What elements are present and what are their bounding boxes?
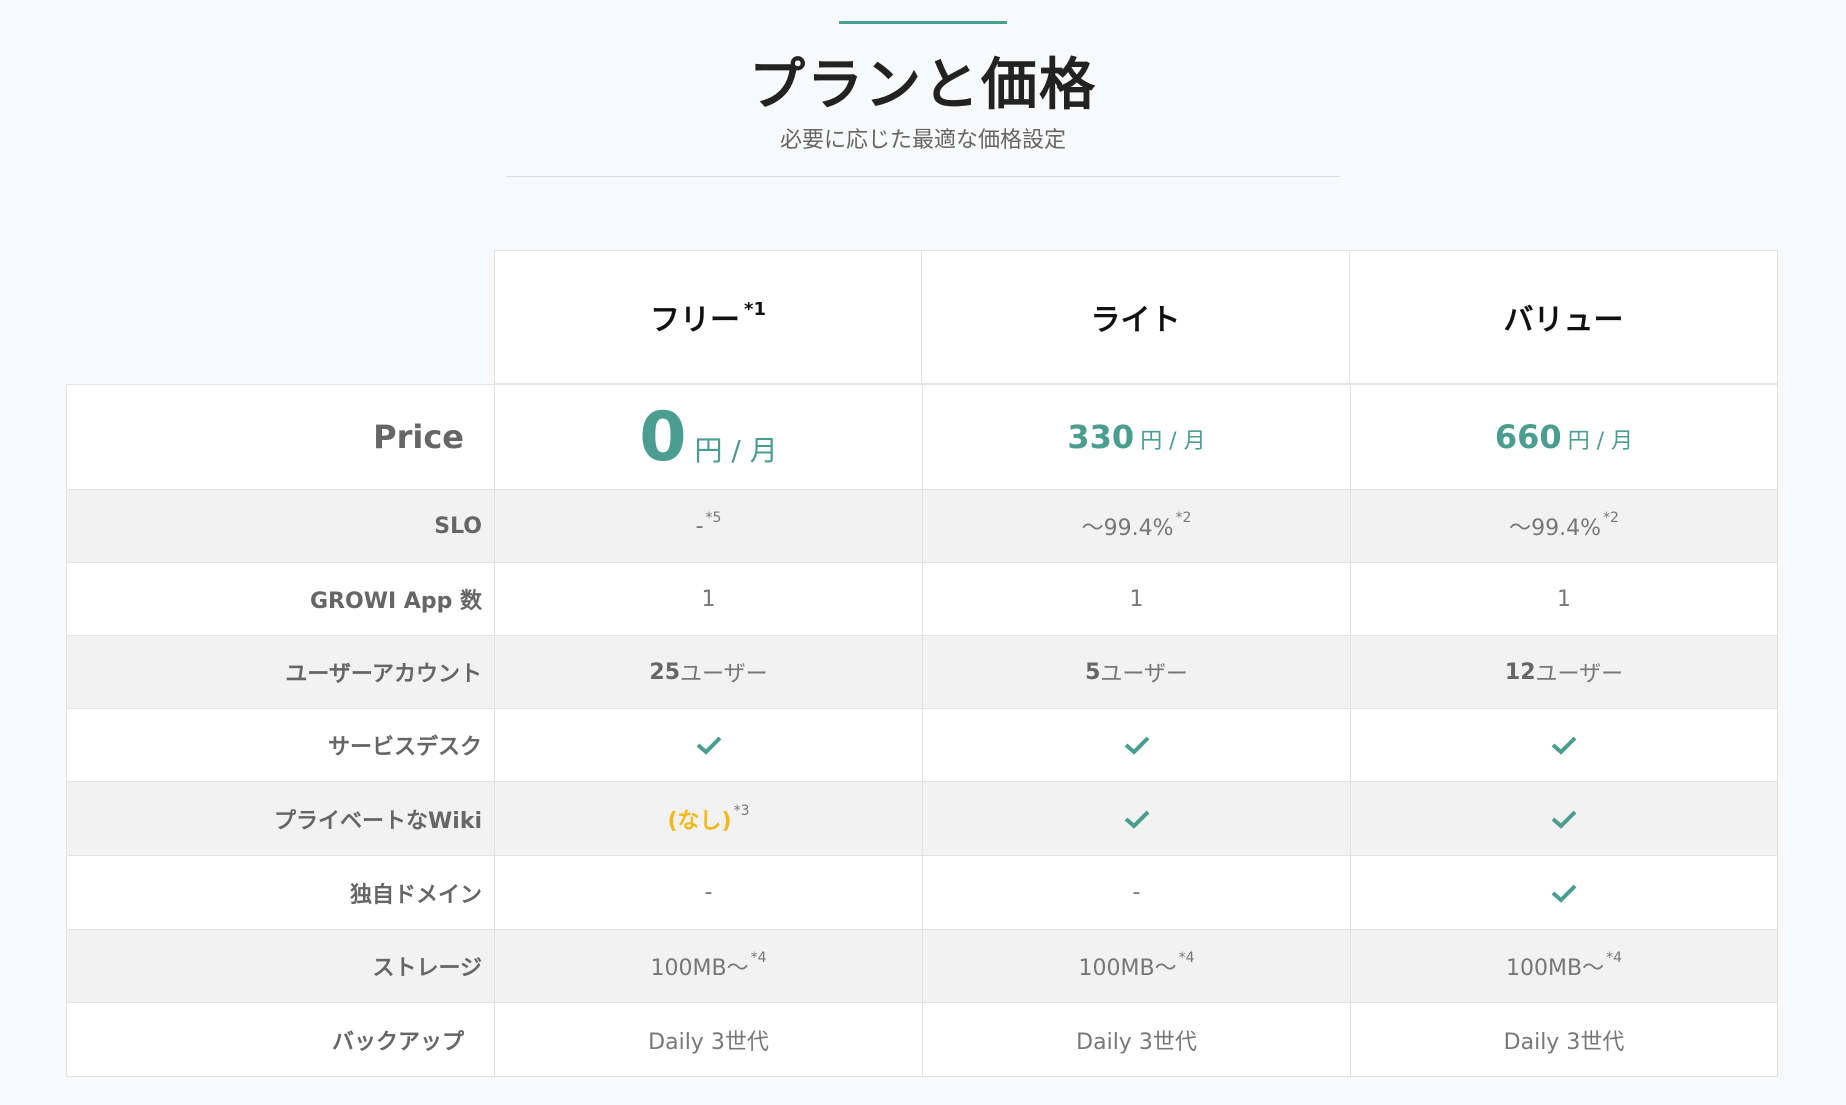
slo-value: ～99.4% (1081, 516, 1174, 541)
user-suffix: ユーザー (1100, 662, 1188, 687)
backup-cell-value: Daily 3世代 (1350, 1003, 1778, 1076)
check-icon (1551, 810, 1577, 829)
slo-value: ～99.4% (1509, 516, 1601, 541)
row-label: サービスデスク (66, 709, 494, 781)
user-suffix: ユーザー (680, 662, 768, 687)
page-subtitle: 必要に応じた最適な価格設定 (779, 128, 1066, 153)
price-value: 660 (1494, 418, 1562, 456)
check-icon (1124, 736, 1149, 755)
user-suffix: ユーザー (1535, 662, 1624, 687)
row-label: プライベートなWiki (66, 782, 494, 855)
apps-cell-value: 1 (1350, 563, 1778, 635)
private-wiki-note: *3 (733, 802, 750, 819)
row-label: バックアップ (66, 1003, 494, 1076)
slo-note: *2 (1175, 510, 1192, 526)
storage-cell-value: 100MB～ *4 (1350, 930, 1778, 1002)
storage-note: *4 (1606, 950, 1622, 966)
private-wiki-cell-free: (なし) *3 (494, 782, 922, 855)
apps-cell-lite: 1 (922, 563, 1350, 635)
header-divider (506, 176, 1340, 177)
price-unit: 円 / 月 (694, 434, 778, 467)
users-cell-value: 12 ユーザー (1350, 636, 1778, 708)
slo-value: - (695, 513, 704, 539)
row-label: SLO (66, 490, 494, 562)
apps-row: GROWI App 数 1 1 1 (66, 563, 1778, 636)
users-row: ユーザーアカウント 25 ユーザー 5 ユーザー 12 ユーザー (66, 636, 1778, 709)
storage-value: 100MB～ (650, 956, 749, 981)
apps-cell-free: 1 (494, 563, 922, 635)
plan-header-lite: ライト (921, 250, 1350, 384)
private-wiki-cell-value (1350, 782, 1778, 855)
row-label: GROWI App 数 (66, 563, 494, 635)
slo-row: SLO - *5 ～99.4% *2 ～99.4% *2 (66, 490, 1778, 563)
backup-cell-lite: Daily 3世代 (922, 1003, 1350, 1076)
check-icon (1124, 810, 1149, 829)
row-label: ユーザーアカウント (66, 636, 494, 708)
user-count: 12 (1504, 659, 1536, 685)
check-icon (1551, 736, 1577, 755)
plan-name: バリュー (1503, 303, 1624, 338)
storage-cell-lite: 100MB～ *4 (922, 930, 1350, 1002)
slo-note: *5 (705, 510, 722, 526)
service-desk-cell-value (1350, 709, 1778, 781)
domain-cell-lite: - (922, 856, 1350, 929)
domain-row: 独自ドメイン - - (66, 856, 1778, 930)
price-cell-lite: 330 円 / 月 (922, 385, 1350, 489)
domain-cell-free: - (494, 856, 922, 929)
users-cell-free: 25 ユーザー (494, 636, 922, 708)
domain-cell-value (1350, 856, 1778, 929)
storage-value: 100MB～ (1506, 956, 1605, 981)
service-desk-cell-free (494, 709, 922, 781)
price-value: 0 (639, 397, 687, 477)
backup-row: バックアップ Daily 3世代 Daily 3世代 Daily 3世代 (66, 1003, 1778, 1077)
none-value: (なし) (667, 808, 732, 834)
private-wiki-row: プライベートなWiki (なし) *3 (66, 782, 1778, 856)
price-cell-free: 0円 / 月 (494, 385, 922, 489)
storage-cell-free: 100MB～ *4 (494, 930, 922, 1002)
price-label: Price (66, 385, 494, 489)
plan-note: *1 (744, 298, 766, 320)
accent-line (839, 21, 1007, 24)
storage-note: *4 (1178, 950, 1195, 966)
price-value: 330 (1067, 418, 1135, 456)
storage-note: *4 (750, 950, 767, 966)
price-unit: 円 / 月 (1140, 429, 1206, 454)
check-icon (1551, 884, 1577, 903)
slo-cell-free: - *5 (494, 490, 922, 562)
plan-name: フリー (650, 303, 741, 338)
service-desk-cell-lite (922, 709, 1350, 781)
price-cell-value: 660 円 / 月 (1350, 385, 1778, 489)
page-title: プランと価格 (749, 53, 1097, 118)
price-unit: 円 / 月 (1567, 429, 1634, 454)
user-count: 25 (649, 659, 681, 685)
user-count: 5 (1085, 659, 1101, 685)
row-label: 独自ドメイン (66, 856, 494, 929)
check-icon (696, 736, 721, 755)
backup-cell-free: Daily 3世代 (494, 1003, 922, 1076)
service-desk-row: サービスデスク (66, 709, 1778, 782)
slo-note: *2 (1602, 510, 1619, 526)
slo-cell-value: ～99.4% *2 (1350, 490, 1778, 562)
plan-name: ライト (1090, 303, 1181, 338)
plan-header-value: バリュー (1349, 250, 1778, 384)
private-wiki-cell-lite (922, 782, 1350, 855)
slo-cell-lite: ～99.4% *2 (922, 490, 1350, 562)
users-cell-lite: 5 ユーザー (922, 636, 1350, 708)
storage-value: 100MB～ (1078, 956, 1177, 981)
row-label: ストレージ (66, 930, 494, 1002)
price-row: Price 0円 / 月 330 円 / 月 660 円 / 月 (66, 384, 1778, 490)
plan-header-free: フリー *1 (494, 250, 922, 384)
storage-row: ストレージ 100MB～ *4 100MB～ *4 100MB～ *4 (66, 930, 1778, 1003)
